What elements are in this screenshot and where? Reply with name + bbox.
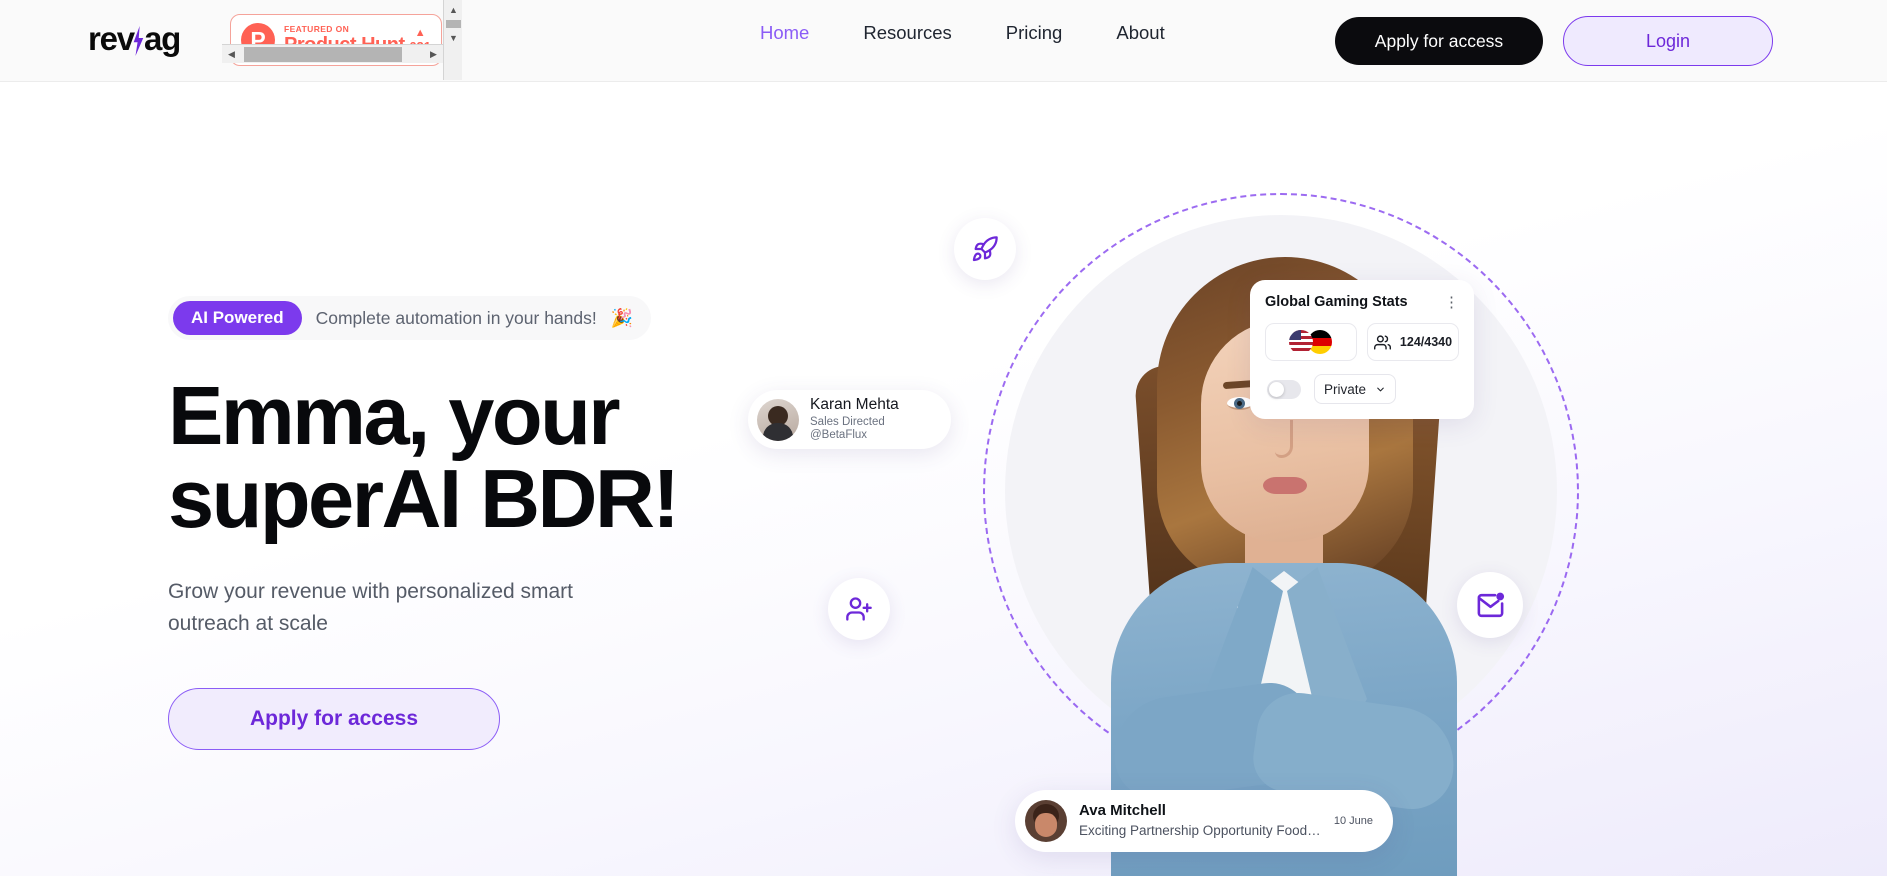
scroll-right-icon[interactable]: ▶ — [424, 45, 443, 64]
hero-apply-for-access-button[interactable]: Apply for access — [168, 687, 500, 750]
scroll-down-icon[interactable]: ▼ — [444, 28, 462, 47]
upvote-arrow-icon: ▲ — [414, 26, 426, 39]
global-gaming-stats-card[interactable]: Global Gaming Stats ⋮ 124/4340 Private — [1250, 280, 1474, 419]
visibility-select[interactable]: Private — [1314, 374, 1397, 404]
stats-card-title: Global Gaming Stats — [1265, 294, 1408, 310]
site-header: rev ag P FEATURED ON Product Hunt ▲ 621 … — [0, 0, 1887, 82]
email-sender-name: Ava Mitchell — [1079, 801, 1166, 819]
email-subject: Exciting Partnership Opportunity FoodT… — [1079, 823, 1324, 839]
horizontal-scrollbar[interactable]: ◀ ▶ — [222, 44, 443, 63]
person-card[interactable]: Karan Mehta Sales Directed @BetaFlux — [748, 390, 951, 449]
logo-text-part2: ag — [143, 20, 181, 57]
add-user-icon — [846, 597, 872, 621]
hero-illustration: Karan Mehta Sales Directed @BetaFlux Glo… — [748, 90, 1887, 876]
ai-powered-badge: AI Powered — [173, 301, 302, 335]
main-navigation: Home Resources Pricing About — [760, 22, 1165, 44]
player-count-value: 124/4340 — [1399, 335, 1453, 349]
product-hunt-featured-label: FEATURED ON — [284, 23, 350, 34]
nav-item-about[interactable]: About — [1116, 22, 1164, 44]
scroll-up-icon[interactable]: ▲ — [444, 0, 462, 19]
add-user-icon-bubble[interactable] — [828, 578, 890, 640]
mail-notification-icon — [1477, 592, 1504, 617]
ai-powered-tagline: Complete automation in your hands! — [315, 307, 597, 328]
people-icon — [1373, 334, 1391, 350]
header-apply-for-access-button[interactable]: Apply for access — [1335, 17, 1543, 65]
email-preview-card[interactable]: Ava Mitchell Exciting Partnership Opport… — [1015, 790, 1393, 852]
kebab-menu-icon[interactable]: ⋮ — [1444, 295, 1459, 310]
login-button[interactable]: Login — [1563, 16, 1773, 66]
mail-notification-icon-bubble[interactable] — [1457, 572, 1523, 638]
toggle-knob — [1269, 381, 1284, 397]
hero-subtext: Grow your revenue with personalized smar… — [168, 580, 574, 635]
hero-content: AI Powered Complete automation in your h… — [168, 296, 888, 750]
person-role: Sales Directed @BetaFlux — [810, 416, 885, 442]
vertical-scrollbar-thumb[interactable] — [446, 20, 461, 28]
horizontal-scrollbar-thumb[interactable] — [244, 47, 402, 62]
avatar — [1025, 800, 1067, 842]
nav-item-pricing[interactable]: Pricing — [1006, 22, 1063, 44]
rocket-icon — [972, 236, 998, 262]
logo-text-part1: rev — [88, 20, 135, 57]
visibility-value: Private — [1324, 381, 1367, 397]
nav-item-resources[interactable]: Resources — [863, 22, 951, 44]
person-name: Karan Mehta — [810, 396, 899, 414]
nav-item-home[interactable]: Home — [760, 22, 809, 44]
us-flag-icon — [1289, 330, 1313, 354]
email-date: 10 June — [1333, 815, 1373, 827]
product-hunt-embed[interactable]: P FEATURED ON Product Hunt ▲ 621 ▲ ▼ ◀ ▶ — [222, 0, 462, 80]
vertical-scrollbar[interactable]: ▲ ▼ — [443, 0, 462, 80]
region-flags-box[interactable] — [1265, 323, 1357, 361]
player-count-box[interactable]: 124/4340 — [1367, 323, 1459, 361]
headline-line-2: superAI BDR! — [168, 452, 680, 545]
brand-logo[interactable]: rev ag — [88, 20, 181, 58]
party-popper-icon: 🎉 — [610, 307, 634, 328]
avatar — [757, 398, 799, 441]
headline-line-1: Emma, your — [168, 369, 621, 462]
scroll-left-icon[interactable]: ◀ — [222, 45, 241, 64]
visibility-toggle[interactable] — [1267, 379, 1301, 399]
rocket-icon-bubble[interactable] — [954, 218, 1016, 280]
chevron-down-icon — [1377, 387, 1384, 391]
ai-powered-pill: AI Powered Complete automation in your h… — [168, 296, 652, 340]
